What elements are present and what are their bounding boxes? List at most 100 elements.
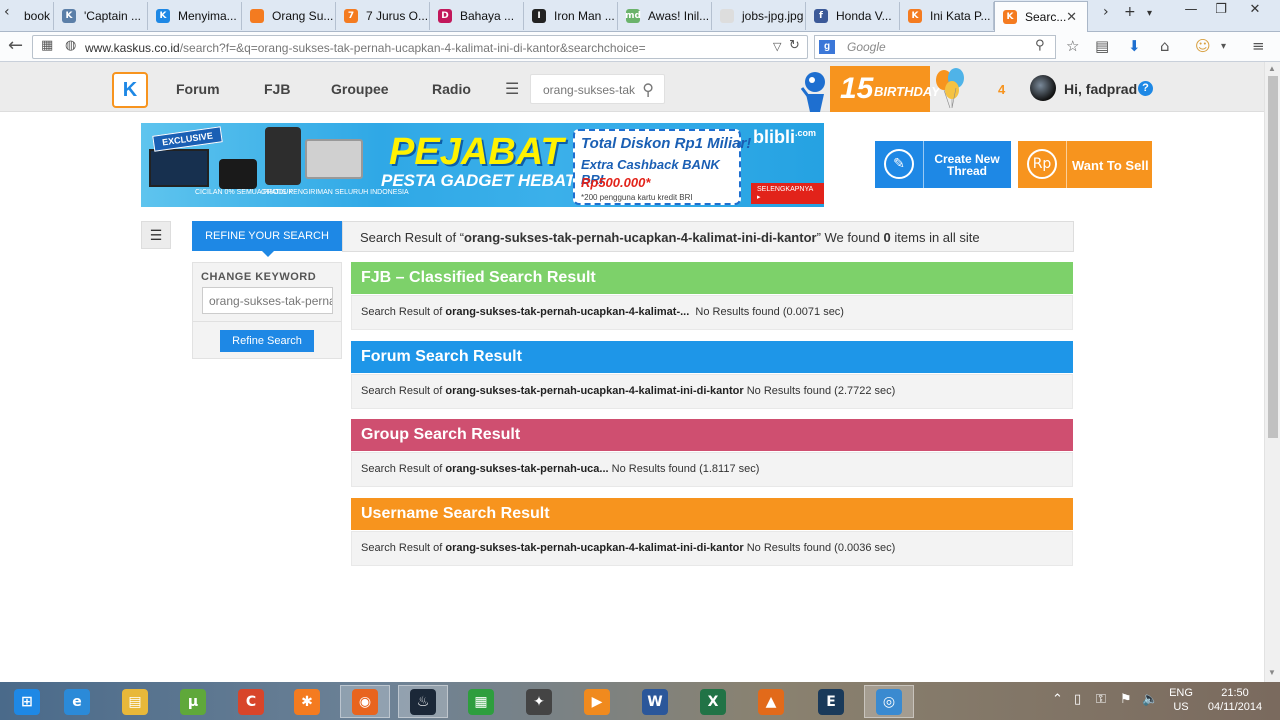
search-placeholder: Google bbox=[847, 40, 886, 54]
web-search-box[interactable]: g Google ⚲ bbox=[814, 35, 1056, 59]
scroll-down-icon[interactable]: ▼ bbox=[1268, 668, 1276, 677]
banner-subheadline: PESTA GADGET HEBAT bbox=[381, 171, 576, 190]
promo-line-1: Total Diskon Rp1 Miliar! bbox=[581, 135, 752, 152]
restore-icon[interactable]: ❐ bbox=[1206, 2, 1236, 24]
birthday-badge[interactable]: 15 BIRTHDAY bbox=[830, 66, 940, 112]
download-icon[interactable]: ⬇ bbox=[1128, 37, 1141, 55]
ccleaner-icon: C bbox=[238, 688, 264, 715]
taskbar-button[interactable]: ✦ bbox=[514, 685, 564, 718]
taskbar-button[interactable]: ✱ bbox=[282, 685, 332, 718]
browser-tab[interactable]: Orang Su... bbox=[242, 2, 336, 30]
tab-refine-search[interactable]: REFINE YOUR SEARCH bbox=[192, 221, 342, 257]
clock-date: 04/11/2014 bbox=[1207, 701, 1263, 713]
addon-icon[interactable]: ☺ bbox=[1195, 37, 1211, 55]
scroll-up-icon[interactable]: ▲ bbox=[1268, 64, 1276, 73]
taskbar-button[interactable]: µ bbox=[168, 685, 218, 718]
taskbar-button[interactable]: C bbox=[226, 685, 276, 718]
help-icon[interactable]: ? bbox=[1138, 81, 1153, 96]
tray-expand-icon[interactable]: ⌃ bbox=[1052, 692, 1063, 707]
page-scrollbar[interactable]: ▲ ▼ bbox=[1264, 62, 1280, 682]
tab-label: Ini Kata P... bbox=[930, 9, 991, 23]
hamburger-menu-icon[interactable]: ☰ bbox=[505, 79, 519, 99]
search-icon[interactable]: ⚲ bbox=[1035, 38, 1045, 53]
create-new-thread-button[interactable]: ✎ Create New Thread bbox=[875, 141, 1011, 188]
birthday-number: 15 bbox=[840, 72, 874, 105]
avatar[interactable] bbox=[1030, 75, 1056, 101]
taskbar-button[interactable]: ◎ bbox=[864, 685, 914, 718]
want-to-sell-button[interactable]: Rp Want To Sell bbox=[1018, 141, 1152, 188]
tab-active[interactable]: K Searc... ✕ bbox=[994, 1, 1088, 32]
tray-device-icon[interactable]: ▯ bbox=[1074, 692, 1081, 707]
bookmark-star-icon[interactable]: ☆ bbox=[1066, 37, 1079, 55]
nav-groupee[interactable]: Groupee bbox=[331, 81, 389, 97]
nav-fjb[interactable]: FJB bbox=[264, 81, 290, 97]
close-window-icon[interactable]: ✕ bbox=[1240, 2, 1270, 24]
browser-tab[interactable]: f Honda V... bbox=[806, 2, 900, 30]
taskbar-button[interactable]: ▤ bbox=[110, 685, 160, 718]
browser-tab[interactable]: md Awas! Inil... bbox=[618, 2, 712, 30]
taskbar-button[interactable]: ♨ bbox=[398, 685, 448, 718]
browser-tab[interactable]: I Iron Man ... bbox=[524, 2, 618, 30]
web-favicon: D bbox=[438, 9, 452, 23]
taskbar-button[interactable]: W bbox=[630, 685, 680, 718]
tab-list-dropdown-icon[interactable]: ▾ bbox=[1147, 8, 1152, 19]
browser-tab[interactable]: D Bahaya ... bbox=[430, 2, 524, 30]
tab-label: Awas! Inil... bbox=[648, 9, 710, 23]
home-icon[interactable]: ⌂ bbox=[1160, 37, 1170, 55]
reload-icon[interactable]: ↻ bbox=[789, 38, 800, 53]
language-indicator[interactable]: ENG US bbox=[1166, 686, 1196, 714]
cat-app-icon: ✦ bbox=[526, 688, 552, 715]
tab-scroll-left-icon[interactable]: ‹ bbox=[4, 4, 10, 20]
result-status: No Results found (1.8117 sec) bbox=[608, 463, 760, 475]
reading-list-icon[interactable]: ▤ bbox=[1095, 37, 1109, 55]
back-icon[interactable]: ← bbox=[8, 35, 23, 56]
browser-tab[interactable]: K Menyima... bbox=[148, 2, 242, 30]
taskbar-button[interactable]: ◉ bbox=[340, 685, 390, 718]
scrollbar-thumb[interactable] bbox=[1268, 76, 1278, 438]
nav-forum[interactable]: Forum bbox=[176, 81, 220, 97]
close-tab-icon[interactable]: ✕ bbox=[1066, 10, 1077, 25]
banner-ad[interactable]: EXCLUSIVE CICILAN 0% SEMUA PRODUK GRATIS… bbox=[141, 123, 824, 207]
taskbar-button[interactable]: ⊞ bbox=[2, 685, 52, 718]
banner-cta-button[interactable]: SELENGKAPNYA ▸ bbox=[751, 183, 824, 204]
tray-network-icon[interactable]: ⚿ bbox=[1096, 692, 1106, 707]
menu-icon[interactable]: ≡ bbox=[1252, 37, 1265, 55]
result-query: orang-sukses-tak-pernah-ucapkan-4-kalima… bbox=[445, 542, 744, 554]
keyword-input[interactable] bbox=[202, 287, 333, 314]
tray-volume-icon[interactable]: 🔈 bbox=[1142, 692, 1158, 707]
system-clock[interactable]: 21:50 04/11/2014 bbox=[1200, 686, 1270, 714]
taskbar-button[interactable]: ▲ bbox=[746, 685, 796, 718]
sidebar-toggle-icon[interactable]: ☰ bbox=[141, 221, 171, 249]
new-tab-icon[interactable]: + bbox=[1124, 4, 1136, 20]
browser-tab[interactable]: jobs-jpg.jpg (... bbox=[712, 2, 806, 30]
user-greeting[interactable]: Hi, fadprad bbox=[1064, 81, 1137, 97]
avast-icon: ✱ bbox=[294, 688, 320, 715]
taskbar-button[interactable]: X bbox=[688, 685, 738, 718]
tab-scroll-right-icon[interactable]: › bbox=[1103, 4, 1109, 20]
taskbar-button[interactable]: ▦ bbox=[456, 685, 506, 718]
notification-count[interactable]: 4 bbox=[998, 82, 1005, 97]
browser-tab[interactable]: 7 7 Jurus O... bbox=[336, 2, 430, 30]
minimize-icon[interactable]: — bbox=[1176, 2, 1206, 24]
google-icon: g bbox=[819, 40, 835, 54]
search-icon[interactable]: ⚲ bbox=[642, 80, 654, 100]
taskbar-button[interactable]: e bbox=[52, 685, 102, 718]
taskbar-button[interactable]: E bbox=[806, 685, 856, 718]
refine-search-button[interactable]: Refine Search bbox=[220, 330, 314, 352]
browser-tab[interactable]: book bbox=[16, 2, 54, 30]
kaskus-favicon: K bbox=[156, 9, 170, 23]
kaskus-favicon: K bbox=[1003, 10, 1017, 24]
site-search-input[interactable]: orang-sukses-tak-pernah-ucapkan-4-kalima… bbox=[530, 74, 665, 104]
laptop-image bbox=[305, 139, 363, 179]
browser-tab[interactable]: K 'Captain ... bbox=[54, 2, 148, 30]
url-history-dropdown-icon[interactable]: ▽ bbox=[773, 40, 781, 53]
address-bar[interactable]: ▦ ◍ www.kaskus.co.id/search?f=&q=orang-s… bbox=[32, 35, 808, 59]
taskbar-button[interactable]: ▶ bbox=[572, 685, 622, 718]
tv-image bbox=[149, 149, 209, 187]
browser-tab[interactable]: K Ini Kata P... bbox=[900, 2, 994, 30]
tray-flag-icon[interactable]: ⚑ bbox=[1120, 692, 1132, 707]
nav-radio[interactable]: Radio bbox=[432, 81, 471, 97]
addon-dropdown-icon[interactable]: ▾ bbox=[1221, 41, 1226, 52]
result-prefix: Search Result of bbox=[361, 463, 446, 475]
kaskus-logo[interactable]: K bbox=[112, 72, 148, 108]
